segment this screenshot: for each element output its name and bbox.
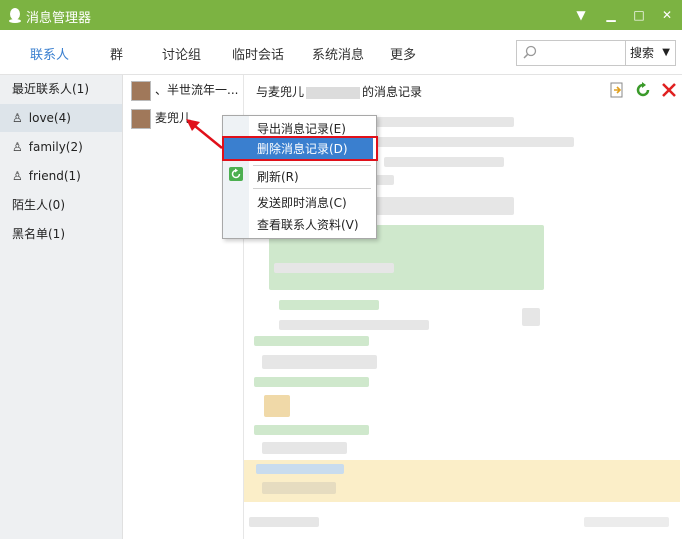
sidebar-item-blacklist[interactable]: 黑名单(1): [0, 220, 122, 248]
tab-discussion[interactable]: 讨论组: [162, 44, 201, 63]
blurred-name: [306, 86, 361, 99]
delete-icon[interactable]: [660, 81, 678, 99]
sidebar-item-friend[interactable]: ♙ friend(1): [0, 162, 122, 190]
search-button[interactable]: 搜索 ▼: [625, 41, 675, 65]
menu-separator: [253, 188, 371, 189]
blurred-message: [262, 482, 336, 494]
blurred-message: [384, 157, 504, 167]
title-bar: 消息管理器 ▼ ▁ □ ✕: [0, 0, 682, 30]
contact-group-sidebar: 最近联系人(1) ♙ love(4) ♙ family(2) ♙ friend(1) …: [0, 75, 123, 539]
record-title: 与麦兜儿 的消息记录: [256, 83, 422, 100]
blurred-message: [279, 320, 429, 330]
sidebar-item-family[interactable]: ♙ family(2): [0, 133, 122, 161]
highlighted-message: [244, 460, 680, 502]
sidebar-item-label: 黑名单(1): [12, 227, 65, 241]
avatar: [131, 80, 151, 101]
sidebar-item-strangers[interactable]: 陌生人(0): [0, 191, 122, 219]
sidebar-item-label: friend(1): [28, 169, 81, 183]
sidebar-item-recent[interactable]: 最近联系人(1): [0, 75, 122, 103]
window-title: 消息管理器: [26, 11, 92, 26]
chevron-down-icon: ▼: [662, 47, 670, 58]
blurred-sender: [256, 464, 344, 474]
tab-groups[interactable]: 群: [110, 44, 123, 63]
context-menu: 导出消息记录(E) 删除消息记录(D) 刷新(R) 发送即时消息(C) 查看联系…: [222, 115, 377, 239]
skin-dropdown-button[interactable]: ▼: [572, 6, 590, 24]
refresh-icon[interactable]: [634, 81, 652, 99]
blurred-pagination: [249, 517, 319, 527]
list-item[interactable]: 、半世流年一...: [131, 78, 238, 102]
blurred-emoji: [522, 308, 540, 326]
tab-temp-session[interactable]: 临时会话: [232, 44, 284, 63]
maximize-button[interactable]: □: [630, 6, 648, 24]
blurred-sender: [254, 425, 369, 435]
search-box: 搜索 ▼: [516, 40, 676, 66]
blurred-message: [374, 137, 574, 147]
blurred-message: [274, 263, 394, 273]
group-icon: ♙: [12, 169, 23, 183]
avatar: [131, 108, 151, 129]
sidebar-item-label: 陌生人(0): [12, 198, 65, 212]
contact-name: 、半世流年一...: [155, 83, 239, 97]
refresh-icon: [229, 167, 243, 181]
blurred-page-controls: [584, 517, 669, 527]
tab-contacts[interactable]: 联系人: [30, 44, 69, 63]
blurred-message: [374, 117, 514, 127]
record-title-suffix: 的消息记录: [362, 85, 423, 99]
minimize-button[interactable]: ▁: [602, 6, 620, 24]
group-icon: ♙: [12, 140, 23, 154]
export-icon[interactable]: [608, 81, 626, 99]
group-icon: ♙: [12, 111, 23, 125]
menu-item-send-message[interactable]: 发送即时消息(C): [257, 194, 347, 211]
sidebar-item-label: family(2): [28, 140, 83, 154]
blurred-message: [262, 355, 377, 369]
nav-tabs: 联系人 群 讨论组 临时会话 系统消息 更多 搜索 ▼: [0, 30, 682, 75]
qq-penguin-icon: [9, 8, 21, 23]
red-highlight-box: [222, 136, 378, 161]
blurred-sender: [254, 377, 369, 387]
menu-separator: [253, 165, 371, 166]
menu-item-refresh[interactable]: 刷新(R): [257, 168, 299, 185]
blurred-sender: [254, 336, 369, 346]
sidebar-item-label: 最近联系人(1): [12, 82, 89, 96]
search-input[interactable]: [541, 43, 627, 63]
search-button-label: 搜索: [630, 46, 655, 60]
close-button[interactable]: ✕: [658, 6, 676, 24]
record-title-prefix: 与麦兜儿: [256, 85, 305, 99]
sidebar-item-love[interactable]: ♙ love(4): [0, 104, 122, 132]
sidebar-item-label: love(4): [28, 111, 71, 125]
tab-more[interactable]: 更多: [390, 44, 416, 63]
tab-system-messages[interactable]: 系统消息: [312, 44, 364, 63]
search-icon: [523, 45, 537, 59]
blurred-emoji: [264, 395, 290, 417]
menu-item-view-profile[interactable]: 查看联系人资料(V): [257, 216, 359, 233]
blurred-message: [279, 300, 379, 310]
menu-item-export[interactable]: 导出消息记录(E): [257, 120, 346, 137]
blurred-message: [262, 442, 347, 454]
